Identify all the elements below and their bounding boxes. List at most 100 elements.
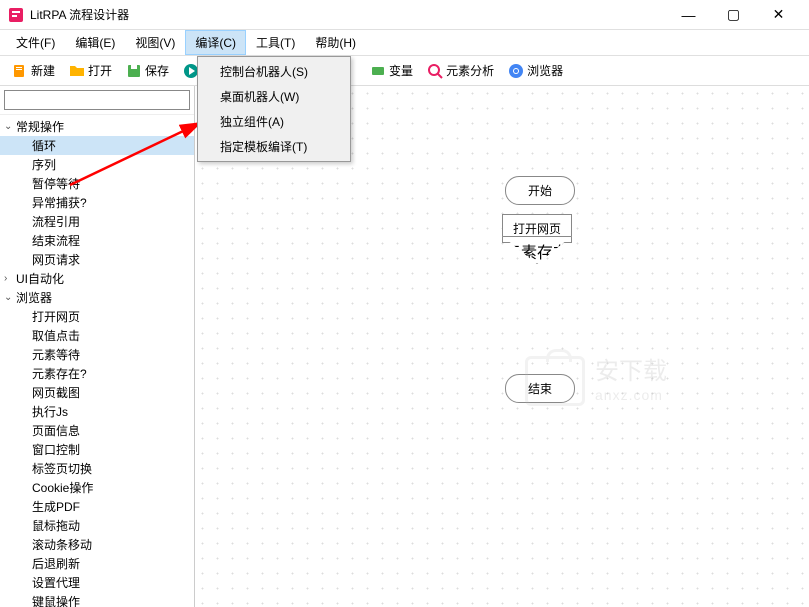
analysis-icon [427, 63, 443, 79]
tree-node-7[interactable]: 网页请求 [0, 250, 194, 269]
flow-canvas[interactable]: 开始 打开网页 元素存在 结束 安下载 anxz.com [195, 86, 809, 607]
tree-node-19[interactable]: Cookie操作 [0, 478, 194, 497]
tree-node-2[interactable]: 序列 [0, 155, 194, 174]
tree-node-label: 设置代理 [32, 574, 80, 591]
tree-node-label: 结束流程 [32, 232, 80, 249]
toolbar: 新建 打开 保存 变量 元素分析 浏览器 [0, 56, 809, 86]
tree-node-25[interactable]: 键鼠操作 [0, 592, 194, 607]
tree-node-label: 浏览器 [16, 289, 52, 306]
tree-node-label: 键鼠操作 [32, 593, 80, 607]
tree-node-label: 取值点击 [32, 327, 80, 344]
tree-node-9[interactable]: ⌄浏览器 [0, 288, 194, 307]
tree-node-24[interactable]: 设置代理 [0, 573, 194, 592]
open-icon [69, 63, 85, 79]
tree-node-4[interactable]: 异常捕获? [0, 193, 194, 212]
tree-node-0[interactable]: ⌄常规操作 [0, 117, 194, 136]
chevron-down-icon[interactable]: ⌄ [4, 292, 16, 303]
dropdown-console-robot[interactable]: 控制台机器人(S) [200, 59, 348, 84]
menu-file[interactable]: 文件(F) [6, 30, 65, 55]
tree-node-label: 流程引用 [32, 213, 80, 230]
tree-node-14[interactable]: 网页截图 [0, 383, 194, 402]
tree-node-8[interactable]: ›UI自动化 [0, 269, 194, 288]
compile-dropdown: 控制台机器人(S) 桌面机器人(W) 独立组件(A) 指定模板编译(T) [197, 56, 351, 162]
minimize-button[interactable]: — [666, 0, 711, 30]
menu-compile[interactable]: 编译(C) [185, 30, 246, 55]
tree-node-label: 暂停等待 [32, 175, 80, 192]
tree-node-13[interactable]: 元素存在? [0, 364, 194, 383]
toolbar-browser[interactable]: 浏览器 [502, 59, 569, 82]
menu-tools[interactable]: 工具(T) [246, 30, 305, 55]
main-area: ⌄常规操作循环序列暂停等待异常捕获?流程引用结束流程网页请求›UI自动化⌄浏览器… [0, 86, 809, 607]
tree-node-label: 循环 [32, 137, 56, 154]
toolbar-open[interactable]: 打开 [63, 59, 118, 82]
tree-node-3[interactable]: 暂停等待 [0, 174, 194, 193]
tree-node-17[interactable]: 窗口控制 [0, 440, 194, 459]
tree-node-label: 滚动条移动 [32, 536, 92, 553]
flow-node-end[interactable]: 结束 [505, 374, 575, 403]
tree-node-5[interactable]: 流程引用 [0, 212, 194, 231]
tree-node-6[interactable]: 结束流程 [0, 231, 194, 250]
toolbar-save[interactable]: 保存 [120, 59, 175, 82]
dropdown-template[interactable]: 指定模板编译(T) [200, 134, 348, 159]
browser-icon [508, 63, 524, 79]
tree-node-label: UI自动化 [16, 270, 64, 287]
tree-node-label: 窗口控制 [32, 441, 80, 458]
tree-node-11[interactable]: 取值点击 [0, 326, 194, 345]
toolbar-open-label: 打开 [88, 62, 112, 79]
tree-node-label: 页面信息 [32, 422, 80, 439]
toolbar-save-label: 保存 [145, 62, 169, 79]
toolbar-variable-label: 变量 [389, 62, 413, 79]
menu-view[interactable]: 视图(V) [125, 30, 185, 55]
tree-node-10[interactable]: 打开网页 [0, 307, 194, 326]
toolbar-variable[interactable]: 变量 [364, 59, 419, 82]
tree-node-22[interactable]: 滚动条移动 [0, 535, 194, 554]
flow-node-element-exists[interactable]: 元素存在 [502, 236, 572, 264]
tree-node-label: Cookie操作 [32, 479, 93, 496]
chevron-right-icon[interactable]: › [4, 273, 16, 284]
tree-node-20[interactable]: 生成PDF [0, 497, 194, 516]
menu-bar: 文件(F) 编辑(E) 视图(V) 编译(C) 工具(T) 帮助(H) [0, 30, 809, 56]
tree-node-label: 鼠标拖动 [32, 517, 80, 534]
tree-node-label: 执行Js [32, 403, 68, 420]
title-bar: LitRPA 流程设计器 — ▢ ✕ [0, 0, 809, 30]
tree-node-label: 生成PDF [32, 498, 80, 515]
tree-node-label: 常规操作 [16, 118, 64, 135]
window-title: LitRPA 流程设计器 [30, 6, 666, 23]
tree-node-label: 序列 [32, 156, 56, 173]
tree-node-18[interactable]: 标签页切换 [0, 459, 194, 478]
tree-node-1[interactable]: 循环 [0, 136, 194, 155]
tree-node-label: 标签页切换 [32, 460, 92, 477]
toolbar-new-label: 新建 [31, 62, 55, 79]
tree-node-label: 元素等待 [32, 346, 80, 363]
app-icon [8, 7, 24, 23]
tree-node-15[interactable]: 执行Js [0, 402, 194, 421]
search-input[interactable] [4, 90, 190, 110]
dropdown-desktop-robot[interactable]: 桌面机器人(W) [200, 84, 348, 109]
tree-node-16[interactable]: 页面信息 [0, 421, 194, 440]
tree-node-label: 元素存在? [32, 365, 87, 382]
dropdown-standalone[interactable]: 独立组件(A) [200, 109, 348, 134]
variable-icon [370, 63, 386, 79]
close-button[interactable]: ✕ [756, 0, 801, 30]
tree-node-label: 打开网页 [32, 308, 80, 325]
tree-node-label: 异常捕获? [32, 194, 87, 211]
new-icon [12, 63, 28, 79]
tree-node-label: 后退刷新 [32, 555, 80, 572]
maximize-button[interactable]: ▢ [711, 0, 756, 30]
menu-help[interactable]: 帮助(H) [305, 30, 366, 55]
tree-node-label: 网页截图 [32, 384, 80, 401]
tree-view[interactable]: ⌄常规操作循环序列暂停等待异常捕获?流程引用结束流程网页请求›UI自动化⌄浏览器… [0, 115, 194, 607]
flow-node-start[interactable]: 开始 [505, 176, 575, 205]
save-icon [126, 63, 142, 79]
tree-node-12[interactable]: 元素等待 [0, 345, 194, 364]
toolbar-element-analysis[interactable]: 元素分析 [421, 59, 500, 82]
tree-node-21[interactable]: 鼠标拖动 [0, 516, 194, 535]
toolbar-new[interactable]: 新建 [6, 59, 61, 82]
chevron-down-icon[interactable]: ⌄ [4, 121, 16, 132]
toolbar-analysis-label: 元素分析 [446, 62, 494, 79]
sidebar: ⌄常规操作循环序列暂停等待异常捕获?流程引用结束流程网页请求›UI自动化⌄浏览器… [0, 86, 195, 607]
tree-node-label: 网页请求 [32, 251, 80, 268]
tree-node-23[interactable]: 后退刷新 [0, 554, 194, 573]
search-box [0, 86, 194, 115]
menu-edit[interactable]: 编辑(E) [65, 30, 125, 55]
